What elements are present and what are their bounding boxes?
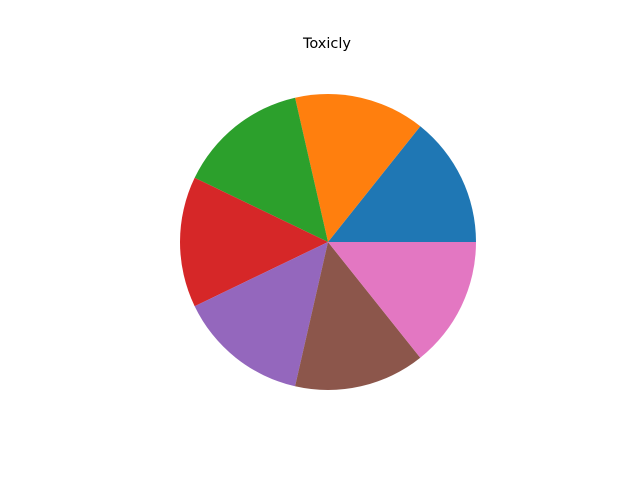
pie-chart: Toxicly xyxy=(0,0,640,480)
pie-slices xyxy=(180,94,476,390)
chart-title: Toxicly xyxy=(302,36,351,52)
